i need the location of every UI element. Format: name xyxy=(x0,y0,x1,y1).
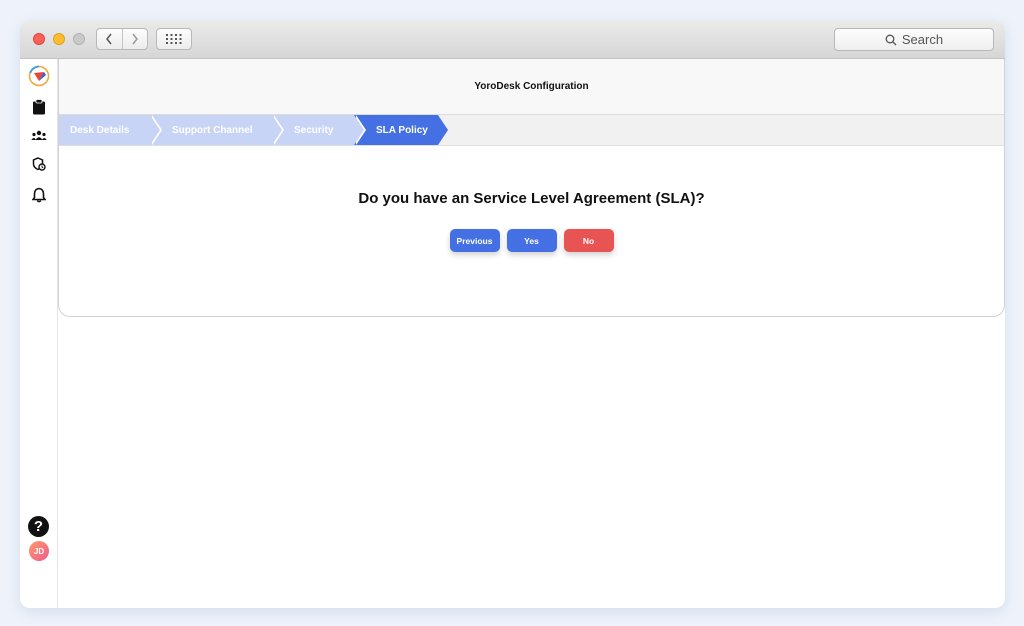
step-sla-policy[interactable]: SLA Policy xyxy=(354,115,448,145)
search-placeholder: Search xyxy=(901,32,944,47)
sla-icon[interactable] xyxy=(20,157,57,171)
step-label: Security xyxy=(294,124,334,136)
help-button[interactable]: ? xyxy=(28,516,49,537)
chevron-right-icon xyxy=(132,33,138,45)
main-content: YoroDesk Configuration Desk Details Supp… xyxy=(58,59,1005,608)
step-label: Support Channel xyxy=(172,124,253,136)
bell-icon[interactable] xyxy=(20,187,57,203)
wizard-stepper: Desk Details Support Channel Security SL… xyxy=(59,115,1004,146)
grid-icon xyxy=(166,34,182,44)
clipboard-icon[interactable] xyxy=(20,99,57,115)
forward-button[interactable] xyxy=(121,29,148,49)
step-security[interactable]: Security xyxy=(272,115,366,145)
step-label: Desk Details xyxy=(70,124,130,136)
back-button[interactable] xyxy=(97,29,122,49)
previous-button[interactable]: Previous xyxy=(449,229,500,252)
app-grid-button[interactable] xyxy=(156,28,192,50)
chevron-left-icon xyxy=(106,33,112,45)
help-icon: ? xyxy=(33,518,44,535)
configuration-card: YoroDesk Configuration Desk Details Supp… xyxy=(58,59,1005,317)
step-label: SLA Policy xyxy=(376,124,428,136)
avatar-initials: JD xyxy=(33,546,45,556)
zoom-window-button[interactable] xyxy=(73,33,85,45)
answer-buttons: Previous Yes No xyxy=(59,229,1004,252)
app-window: Search ? JD YoroDesk Configuration Desk … xyxy=(20,20,1005,608)
window-titlebar: Search xyxy=(20,20,1005,59)
page-title: YoroDesk Configuration xyxy=(59,59,1004,115)
search-icon xyxy=(885,34,897,45)
step-desk-details[interactable]: Desk Details xyxy=(59,115,162,145)
logo-icon[interactable] xyxy=(20,65,57,87)
navigation-buttons xyxy=(96,28,148,50)
sidebar: ? JD xyxy=(20,59,58,608)
search-input[interactable]: Search xyxy=(834,28,994,51)
minimize-window-button[interactable] xyxy=(53,33,65,45)
team-icon[interactable] xyxy=(20,130,57,142)
no-button[interactable]: No xyxy=(563,229,614,252)
step-support-channel[interactable]: Support Channel xyxy=(150,115,284,145)
avatar[interactable]: JD xyxy=(29,541,49,561)
close-window-button[interactable] xyxy=(33,33,45,45)
sla-question: Do you have an Service Level Agreement (… xyxy=(358,190,705,207)
yes-button[interactable]: Yes xyxy=(506,229,557,252)
